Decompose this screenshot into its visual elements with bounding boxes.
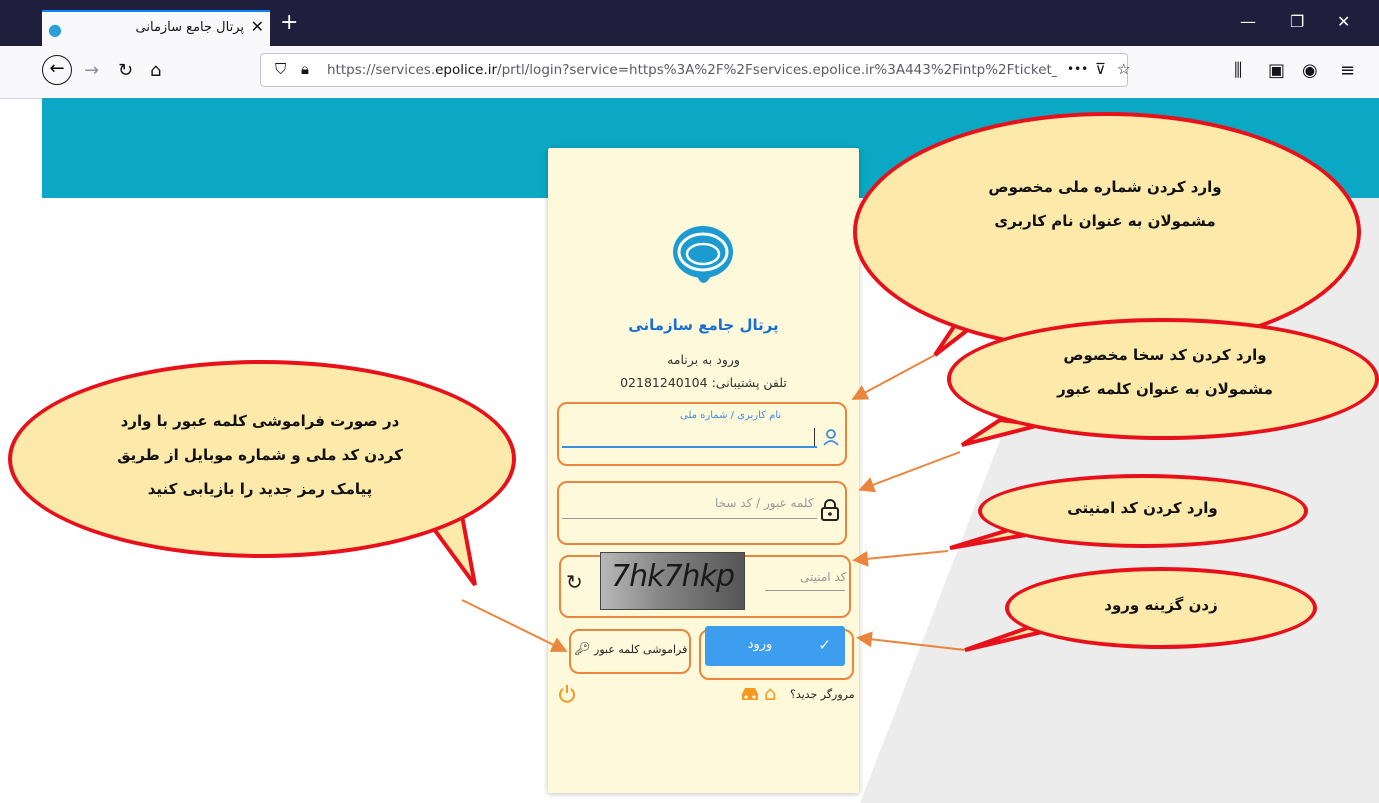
callout-username-text: وارد کردن شماره ملی مخصوص مشمولان به عنوا… [988, 178, 1222, 230]
callout-login-text: زدن گزینه ورود [1104, 596, 1218, 614]
callout-forgot-text: در صورت فراموشی کلمه عبور با وارد کردن کد… [117, 412, 403, 498]
callout-captcha-text: وارد کردن کد امنیتی [1067, 499, 1218, 517]
callout-password-text: وارد کردن کد سخا مخصوص مشمولان به عنوان ک… [1057, 346, 1273, 398]
